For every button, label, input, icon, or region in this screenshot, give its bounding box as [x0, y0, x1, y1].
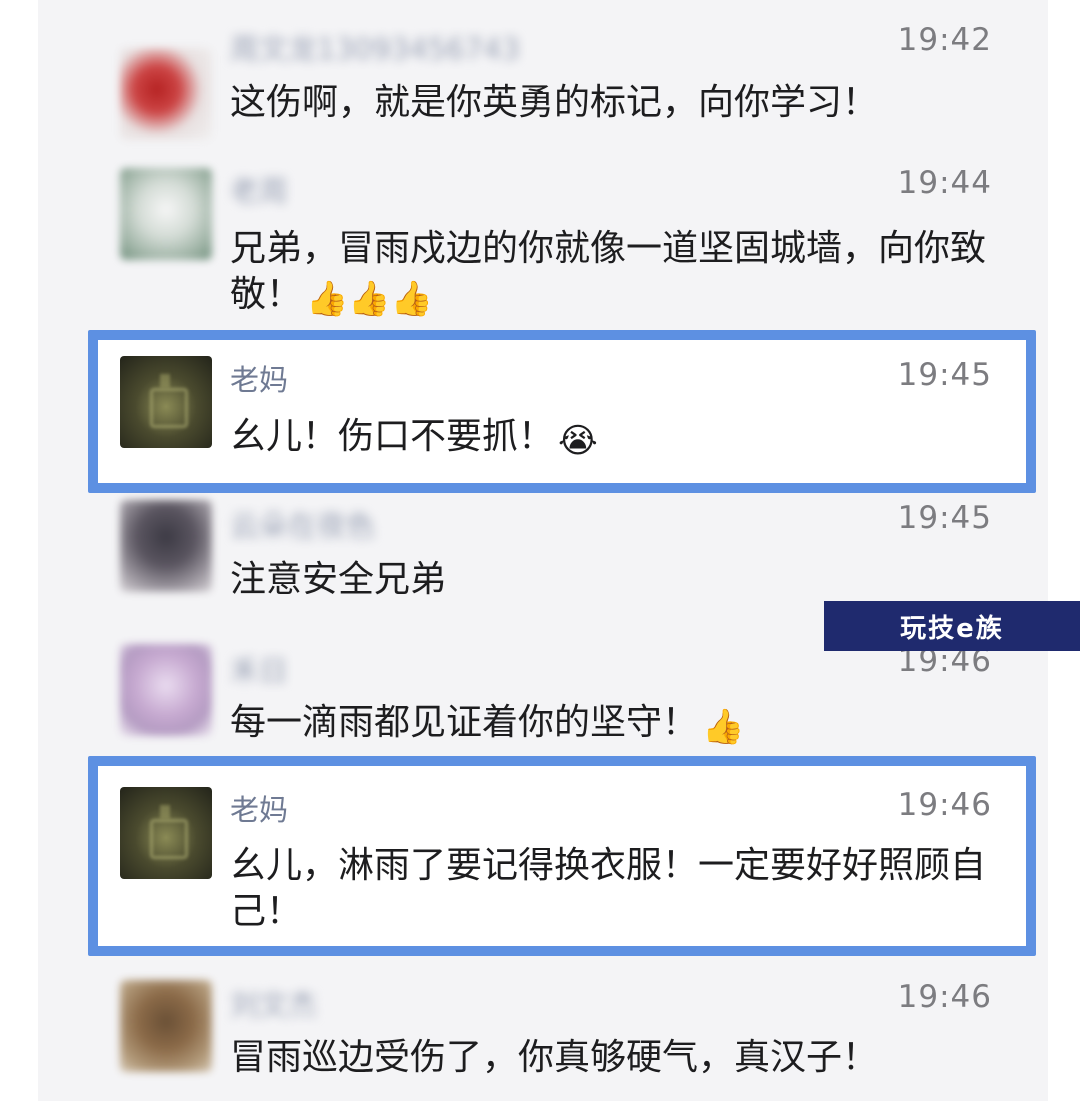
- comment-text-body: 这伤啊，就是你英勇的标记，向你学习！: [230, 82, 879, 123]
- comment-text: 兄弟，冒雨戍边的你就像一道坚固城墙，向你致敬！ 👍👍👍: [230, 226, 1000, 322]
- comment-text: 注意安全兄弟: [230, 557, 1000, 603]
- watermark-badge: 玩技e族: [824, 601, 1080, 651]
- thumbs-up-icon: 👍👍👍: [306, 279, 434, 319]
- comment-text-body: 幺儿！伤口不要抓！: [230, 416, 555, 457]
- avatar[interactable]: [120, 644, 212, 736]
- avatar[interactable]: [120, 500, 212, 592]
- avatar[interactable]: [120, 356, 212, 448]
- comment-time: 19:46: [897, 979, 992, 1015]
- avatar[interactable]: [120, 787, 212, 879]
- comment-text: 每一滴雨都见证着你的坚守！ 👍: [230, 700, 1000, 750]
- comment-text: 幺儿，淋雨了要记得换衣服！一定要好好照顾自己！: [230, 843, 1000, 935]
- comment-time: 19:42: [897, 22, 992, 58]
- thumbs-up-icon: 👍: [702, 707, 745, 747]
- comment-text-body: 注意安全兄弟: [230, 559, 447, 600]
- comment-time: 19:46: [897, 787, 992, 823]
- comment-text: 这伤啊，就是你英勇的标记，向你学习！: [230, 80, 1000, 126]
- avatar[interactable]: [120, 980, 212, 1072]
- comment-text-body: 冒雨巡边受伤了，你真够硬气，真汉子！: [230, 1037, 879, 1078]
- highlight-frame: [88, 330, 1036, 493]
- comment-time: 19:44: [897, 165, 992, 201]
- crying-face-icon: 😭: [558, 421, 598, 461]
- commenter-name[interactable]: 禾日: [230, 648, 288, 690]
- commenter-name[interactable]: 老周: [230, 168, 288, 210]
- commenter-name[interactable]: 刘文杰: [230, 982, 317, 1024]
- commenter-name[interactable]: 周文龙13093456743: [230, 26, 520, 68]
- commenter-name[interactable]: 老妈: [230, 787, 288, 829]
- avatar[interactable]: [120, 48, 212, 140]
- comment-time: 19:45: [897, 357, 992, 393]
- commenter-name[interactable]: 老妈: [230, 357, 288, 399]
- commenter-name[interactable]: 云朵在夜色: [230, 503, 375, 545]
- comment-text-body: 每一滴雨都见证着你的坚守！: [230, 702, 699, 743]
- comment-panel: 周文龙13093456743 19:42 这伤啊，就是你英勇的标记，向你学习！ …: [38, 0, 1048, 1101]
- comment-text: 冒雨巡边受伤了，你真够硬气，真汉子！: [230, 1035, 1000, 1081]
- comment-text-body: 幺儿，淋雨了要记得换衣服！一定要好好照顾自己！: [230, 845, 987, 932]
- avatar[interactable]: [120, 168, 212, 260]
- comment-time: 19:45: [897, 500, 992, 536]
- comment-text: 幺儿！伤口不要抓！ 😭: [230, 414, 1000, 464]
